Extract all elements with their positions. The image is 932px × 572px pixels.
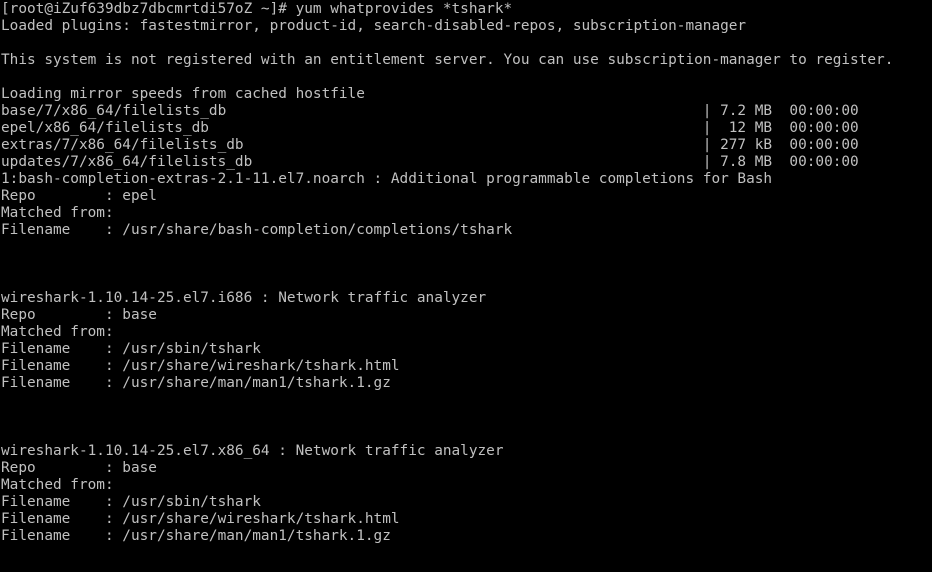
output-line: Repo : base — [1, 307, 157, 323]
output-line: Filename : /usr/share/wireshark/tshark.h… — [1, 511, 400, 527]
repo-progress-line: epel/x86_64/filelists_db | 12 MB 00:00:0… — [1, 120, 859, 136]
output-line: Filename : /usr/sbin/tshark — [1, 494, 261, 510]
terminal-window[interactable]: [root@iZuf639dbz7dbcmrtdi57oZ ~]# yum wh… — [0, 0, 932, 572]
output-line: Filename : /usr/share/man/man1/tshark.1.… — [1, 528, 391, 544]
output-line: Filename : /usr/share/bash-completion/co… — [1, 222, 513, 238]
output-line: Filename : /usr/share/man/man1/tshark.1.… — [1, 375, 391, 391]
output-line: Matched from: — [1, 205, 114, 221]
package-result-line: 1:bash-completion-extras-2.1-11.el7.noar… — [1, 171, 773, 187]
output-line: Loading mirror speeds from cached hostfi… — [1, 86, 365, 102]
output-line: Loaded plugins: fastestmirror, product-i… — [1, 18, 747, 34]
output-line: Matched from: — [1, 324, 114, 340]
prompt-command-line: [root@iZuf639dbz7dbcmrtdi57oZ ~]# yum wh… — [1, 1, 513, 17]
output-line: Filename : /usr/sbin/tshark — [1, 341, 261, 357]
repo-progress-line: extras/7/x86_64/filelists_db | 277 kB 00… — [1, 137, 859, 153]
output-line: Repo : epel — [1, 188, 157, 204]
repo-progress-line: base/7/x86_64/filelists_db | 7.2 MB 00:0… — [1, 103, 859, 119]
output-line: Filename : /usr/share/wireshark/tshark.h… — [1, 358, 400, 374]
package-result-line: wireshark-1.10.14-25.el7.i686 : Network … — [1, 290, 487, 306]
output-line: This system is not registered with an en… — [1, 52, 894, 68]
output-line: Matched from: — [1, 477, 114, 493]
output-line: Repo : base — [1, 460, 157, 476]
repo-progress-line: updates/7/x86_64/filelists_db | 7.8 MB 0… — [1, 154, 859, 170]
package-result-line: wireshark-1.10.14-25.el7.x86_64 : Networ… — [1, 443, 504, 459]
